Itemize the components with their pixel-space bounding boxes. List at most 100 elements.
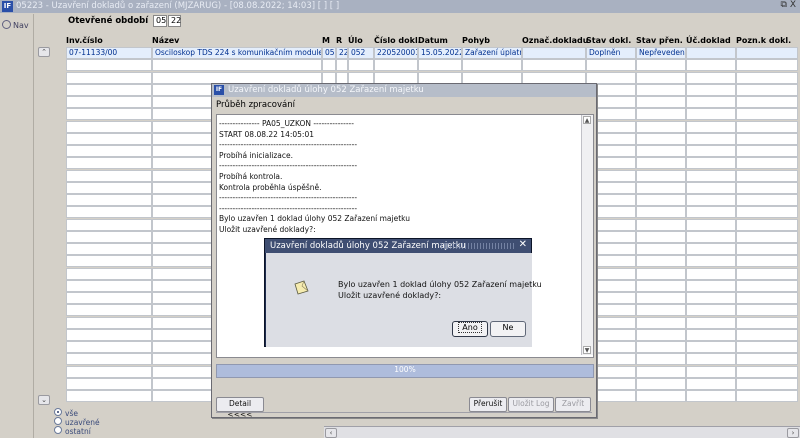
- close-icon[interactable]: ✕: [519, 239, 527, 250]
- table-cell-empty[interactable]: [636, 181, 686, 194]
- table-cell-empty[interactable]: [736, 267, 798, 280]
- table-cell-empty[interactable]: [636, 96, 686, 108]
- filter-radio-closed[interactable]: uzavřené: [54, 417, 100, 427]
- table-cell-empty[interactable]: [736, 157, 798, 170]
- table-cell-empty[interactable]: [686, 267, 736, 280]
- table-cell[interactable]: [522, 47, 586, 59]
- table-cell-empty[interactable]: [736, 279, 798, 292]
- table-cell-empty[interactable]: [686, 292, 736, 304]
- table-cell-empty[interactable]: [374, 59, 418, 72]
- table-cell-empty[interactable]: [636, 279, 686, 292]
- table-cell[interactable]: 2205200010: [374, 47, 418, 59]
- table-cell-empty[interactable]: [736, 145, 798, 157]
- column-header[interactable]: M: [322, 36, 330, 45]
- table-cell-empty[interactable]: [686, 194, 736, 206]
- column-header[interactable]: Označ.dokladu: [522, 36, 588, 45]
- column-header[interactable]: Úlo: [348, 36, 363, 45]
- table-cell-empty[interactable]: [736, 108, 798, 121]
- table-cell-empty[interactable]: [66, 206, 152, 219]
- table-cell-empty[interactable]: [418, 59, 462, 72]
- table-cell-empty[interactable]: [736, 304, 798, 317]
- yes-button[interactable]: Ano: [452, 321, 488, 337]
- table-cell-empty[interactable]: [636, 120, 686, 133]
- column-header[interactable]: Stav přen.: [636, 36, 683, 45]
- table-cell[interactable]: [686, 47, 736, 59]
- table-cell-empty[interactable]: [736, 71, 798, 84]
- table-cell-empty[interactable]: [736, 243, 798, 255]
- table-cell[interactable]: Osciloskop TDS 224 s komunikačním module…: [152, 47, 322, 59]
- table-cell-empty[interactable]: [66, 377, 152, 390]
- table-cell-empty[interactable]: [66, 181, 152, 194]
- table-cell-empty[interactable]: [686, 243, 736, 255]
- table-cell-empty[interactable]: [736, 83, 798, 96]
- table-cell-empty[interactable]: [636, 83, 686, 96]
- table-cell-empty[interactable]: [636, 304, 686, 317]
- table-cell-empty[interactable]: [686, 304, 736, 317]
- table-cell-empty[interactable]: [736, 206, 798, 219]
- table-cell-empty[interactable]: [66, 71, 152, 84]
- table-cell-empty[interactable]: [66, 328, 152, 341]
- table-cell-empty[interactable]: [66, 267, 152, 280]
- table-cell-empty[interactable]: [686, 255, 736, 268]
- table-cell-empty[interactable]: [636, 157, 686, 170]
- table-cell-empty[interactable]: [636, 218, 686, 231]
- table-cell-empty[interactable]: [686, 353, 736, 366]
- table-cell-empty[interactable]: [636, 328, 686, 341]
- table-cell[interactable]: 052: [348, 47, 374, 59]
- table-cell-empty[interactable]: [636, 132, 686, 145]
- table-cell-empty[interactable]: [686, 377, 736, 390]
- table-cell-empty[interactable]: [686, 316, 736, 329]
- table-cell-empty[interactable]: [686, 132, 736, 145]
- table-cell-empty[interactable]: [462, 71, 522, 84]
- table-cell-empty[interactable]: [66, 132, 152, 145]
- table-cell-empty[interactable]: [686, 365, 736, 378]
- confirm-title-bar[interactable]: Uzavření dokladů úlohy 052 Zařazení maje…: [265, 239, 531, 253]
- table-cell-empty[interactable]: [686, 230, 736, 243]
- table-cell-empty[interactable]: [66, 83, 152, 96]
- table-cell-empty[interactable]: [636, 145, 686, 157]
- save-log-button[interactable]: Uložit Log: [508, 397, 554, 412]
- table-cell-empty[interactable]: [66, 96, 152, 108]
- table-cell-empty[interactable]: [522, 71, 586, 84]
- table-cell-empty[interactable]: [736, 194, 798, 206]
- detail-button[interactable]: Detail <<<<: [216, 397, 264, 419]
- table-cell-empty[interactable]: [636, 59, 686, 72]
- table-cell-empty[interactable]: [66, 145, 152, 157]
- table-cell-empty[interactable]: [336, 59, 348, 72]
- column-header[interactable]: Stav dokl.: [586, 36, 631, 45]
- table-cell-empty[interactable]: [66, 59, 152, 72]
- table-cell-empty[interactable]: [66, 255, 152, 268]
- table-cell-empty[interactable]: [322, 71, 336, 84]
- column-header[interactable]: Číslo dokl.: [374, 36, 421, 45]
- table-cell-empty[interactable]: [636, 390, 686, 402]
- table-cell-empty[interactable]: [686, 83, 736, 96]
- column-header[interactable]: Úč.doklad: [686, 36, 731, 45]
- table-cell[interactable]: 05: [322, 47, 336, 59]
- scroll-left-button[interactable]: ‹: [325, 428, 337, 438]
- table-cell-empty[interactable]: [736, 341, 798, 353]
- table-cell-empty[interactable]: [336, 71, 348, 84]
- table-cell-empty[interactable]: [636, 71, 686, 84]
- table-cell-empty[interactable]: [736, 316, 798, 329]
- nav-button[interactable]: Nav: [2, 20, 29, 30]
- table-cell-empty[interactable]: [686, 71, 736, 84]
- table-cell[interactable]: Doplněn: [586, 47, 636, 59]
- interrupt-button[interactable]: Přerušit: [469, 397, 507, 412]
- column-header[interactable]: Datum: [418, 36, 448, 45]
- table-cell-empty[interactable]: [736, 59, 798, 72]
- table-cell-empty[interactable]: [636, 194, 686, 206]
- log-scroll-up-icon[interactable]: ▲: [583, 116, 591, 124]
- close-button[interactable]: Zavřít: [555, 397, 591, 412]
- table-cell-empty[interactable]: [418, 71, 462, 84]
- table-cell-empty[interactable]: [686, 279, 736, 292]
- table-cell-empty[interactable]: [686, 218, 736, 231]
- table-cell-empty[interactable]: [66, 292, 152, 304]
- table-cell-empty[interactable]: [152, 59, 322, 72]
- table-cell-empty[interactable]: [636, 255, 686, 268]
- window-controls[interactable]: ⧉ X: [781, 0, 796, 10]
- table-cell-empty[interactable]: [66, 316, 152, 329]
- table-cell[interactable]: 07-11133/00: [66, 47, 152, 59]
- scroll-up-button[interactable]: ⌃: [38, 47, 50, 57]
- column-header[interactable]: Název: [152, 36, 179, 45]
- scroll-down-button[interactable]: ⌄: [38, 395, 50, 405]
